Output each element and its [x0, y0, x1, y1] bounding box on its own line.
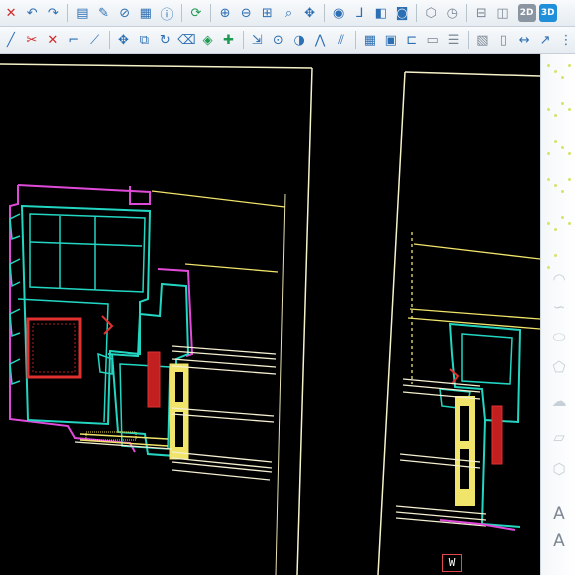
- polygon-icon[interactable]: ⬠: [550, 358, 568, 376]
- redo-icon[interactable]: ↷: [44, 3, 62, 23]
- palette-grid-dot: [568, 108, 571, 111]
- line-icon[interactable]: ╱: [2, 30, 20, 50]
- toolbar-separator: [416, 4, 418, 22]
- attribute-icon[interactable]: ▭: [424, 30, 442, 50]
- named-views-icon[interactable]: ◧: [372, 3, 390, 23]
- window-section-left: [9, 184, 194, 460]
- erase-icon[interactable]: ⌫: [177, 30, 195, 50]
- zoom-out-icon[interactable]: ⊖: [237, 3, 255, 23]
- slope-icon[interactable]: ⟋: [86, 30, 104, 50]
- table-icon[interactable]: ☰: [445, 30, 463, 50]
- mirror-icon[interactable]: ⋀: [311, 30, 329, 50]
- palette-grid-dot: [554, 70, 557, 73]
- pick-point-icon[interactable]: ✚: [220, 30, 238, 50]
- palette-grid-dot: [561, 190, 564, 193]
- offset-icon[interactable]: ⫽: [332, 30, 350, 50]
- center-icon[interactable]: ⊙: [269, 30, 287, 50]
- toolbar-separator: [323, 4, 325, 22]
- mtext-icon[interactable]: A: [550, 531, 568, 551]
- cad-drawing-area[interactable]: [0, 54, 540, 575]
- block-label-w[interactable]: W: [442, 554, 462, 572]
- quadrant-icon[interactable]: ◑: [290, 30, 308, 50]
- palette-grid-dot: [554, 254, 557, 257]
- info-icon[interactable]: ⓘ: [158, 3, 176, 23]
- snap-icon[interactable]: ⇲: [248, 30, 266, 50]
- ucs-icon[interactable]: ⅃: [351, 3, 369, 23]
- palette-grid-dot: [547, 152, 550, 155]
- toolbar-separator: [466, 4, 468, 22]
- edit-icon[interactable]: ✎: [94, 3, 112, 23]
- palette-grid-dot: [561, 102, 564, 105]
- array-icon[interactable]: ▦: [361, 30, 379, 50]
- render-icon[interactable]: ◙: [393, 3, 411, 23]
- properties-icon[interactable]: ▤: [73, 3, 91, 23]
- viewports-icon[interactable]: ⊟: [472, 3, 490, 23]
- revcloud-icon[interactable]: ☁: [550, 392, 568, 410]
- palette-grid-dot: [561, 76, 564, 79]
- palette-grid-dot: [547, 108, 550, 111]
- zoom-in-icon[interactable]: ⊕: [216, 3, 234, 23]
- zoom-window-icon[interactable]: ⊞: [258, 3, 276, 23]
- boundary-icon[interactable]: ⬡: [550, 460, 568, 478]
- region-icon[interactable]: ▯: [494, 30, 512, 50]
- palette-grid-dot: [554, 140, 557, 143]
- leader-icon[interactable]: ↗: [536, 30, 554, 50]
- zoom-extents-icon[interactable]: ⌕: [279, 3, 297, 23]
- tool-palette-right: ◠ ∽ ⬭ ⬠ ☁ ▱ ⬡ A A: [540, 54, 575, 575]
- hatch-icon[interactable]: ▧: [473, 30, 491, 50]
- palette-grid-dot: [568, 178, 571, 181]
- window-section-right: [395, 232, 540, 531]
- palette-grid-dot: [554, 184, 557, 187]
- palette-grid-dot: [547, 178, 550, 181]
- delete-icon[interactable]: ✕: [2, 3, 20, 23]
- grip-icon[interactable]: ⋮: [557, 30, 575, 50]
- insert-icon[interactable]: ⊏: [403, 30, 421, 50]
- palette-grid-dot: [547, 64, 550, 67]
- toolbar-separator: [355, 31, 356, 49]
- palette-grid-dot: [554, 114, 557, 117]
- fill-icon[interactable]: ◈: [199, 30, 217, 50]
- rotate-icon[interactable]: ↻: [156, 30, 174, 50]
- view-2d-button[interactable]: 2D: [517, 4, 536, 22]
- box-3d-icon[interactable]: ⬡: [422, 3, 440, 23]
- palette-grid-dot: [568, 222, 571, 225]
- format-painter-icon[interactable]: ⊘: [116, 3, 134, 23]
- orbit-icon[interactable]: ◷: [443, 3, 461, 23]
- move-icon[interactable]: ✥: [115, 30, 133, 50]
- polyline-icon[interactable]: ⌐: [65, 30, 83, 50]
- dimension-icon[interactable]: ↔: [515, 30, 533, 50]
- undo-icon[interactable]: ↶: [23, 3, 41, 23]
- view-icon[interactable]: ◉: [330, 3, 348, 23]
- layout-icon[interactable]: ◫: [493, 3, 511, 23]
- palette-grid-dot: [547, 266, 550, 269]
- palette-grid-dot: [561, 216, 564, 219]
- toolbar-separator: [67, 4, 69, 22]
- copy-icon[interactable]: ⧉: [135, 30, 153, 50]
- palette-grid-dot: [547, 222, 550, 225]
- wipeout-icon[interactable]: ▱: [550, 428, 568, 446]
- regenerate-icon[interactable]: ⟳: [187, 3, 205, 23]
- ellipse-icon[interactable]: ⬭: [550, 328, 568, 346]
- notes-icon[interactable]: ▦: [137, 3, 155, 23]
- palette-grid-dot: [568, 64, 571, 67]
- toolbar-separator: [210, 4, 211, 22]
- block-icon[interactable]: ▣: [382, 30, 400, 50]
- spline-icon[interactable]: ∽: [550, 298, 568, 316]
- toolbar-bottom: ╱ ✂ ✕ ⌐ ⟋ ✥ ⧉ ↻ ⌫ ◈ ✚ ⇲ ⊙ ◑ ⋀ ⫽ ▦ ▣ ⊏ ▭ ☰ ▧ ▯ ↔ ↗ ⋮: [0, 27, 575, 54]
- cad-drawing-canvas[interactable]: [0, 54, 540, 575]
- palette-grid-dot: [554, 228, 557, 231]
- arc-icon[interactable]: ◠: [550, 270, 568, 288]
- toolbar-separator: [181, 4, 182, 22]
- toolbar-top: ✕ ↶ ↷ ▤ ✎ ⊘ ▦ ⓘ ⟳ ⊕ ⊖ ⊞ ⌕ ✥ ◉ ⅃ ◧ ◙ ⬡ ◷ ⊟ ◫ 2D 3D: [0, 0, 575, 27]
- pan-icon[interactable]: ✥: [301, 3, 319, 23]
- palette-grid-dot: [561, 146, 564, 149]
- toolbar-separator: [108, 31, 110, 49]
- palette-grid-dot: [568, 152, 571, 155]
- view-3d-button[interactable]: 3D: [538, 4, 557, 22]
- text-icon[interactable]: A: [550, 504, 568, 524]
- toolbar-separator: [242, 31, 244, 49]
- close-x-icon[interactable]: ✕: [44, 30, 62, 50]
- toolbar-separator: [467, 31, 469, 49]
- trim-icon[interactable]: ✂: [23, 30, 41, 50]
